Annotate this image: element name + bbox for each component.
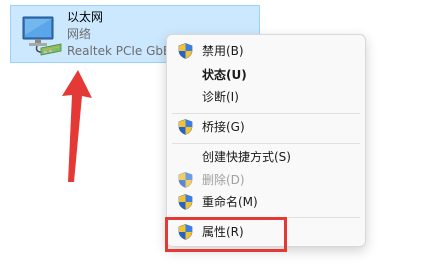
menu-item-diagnose[interactable]: 诊断(I) <box>171 85 361 109</box>
uac-shield-icon <box>178 43 193 59</box>
uac-shield-icon <box>178 172 193 188</box>
network-adapter-icon <box>22 16 62 56</box>
annotation-arrow-icon <box>62 70 92 182</box>
menu-item-disable[interactable]: 禁用(B) <box>171 39 361 63</box>
uac-shield-icon <box>178 194 193 210</box>
menu-separator <box>172 113 360 114</box>
menu-item-bridge[interactable]: 桥接(G) <box>171 115 361 139</box>
context-menu: 禁用(B) 状态(U) 诊断(I) 桥接(G) 创建快捷方式(S) 删除(D) … <box>166 34 366 247</box>
menu-item-status[interactable]: 状态(U) <box>171 63 361 87</box>
menu-item-rename[interactable]: 重命名(M) <box>171 190 361 214</box>
menu-item-label: 创建快捷方式(S) <box>202 150 291 164</box>
adapter-type: 网络 <box>67 27 92 41</box>
menu-item-label: 重命名(M) <box>202 195 258 209</box>
menu-item-label: 禁用(B) <box>202 44 244 58</box>
adapter-device: Realtek PCIe GbE <box>67 44 171 58</box>
menu-item-label: 桥接(G) <box>202 120 245 134</box>
annotation-highlight-box <box>165 217 287 252</box>
adapter-name: 以太网 <box>67 10 104 24</box>
menu-separator <box>172 143 360 144</box>
menu-item-delete: 删除(D) <box>171 168 361 192</box>
menu-item-label: 诊断(I) <box>202 90 239 104</box>
menu-item-create-shortcut[interactable]: 创建快捷方式(S) <box>171 145 361 169</box>
menu-item-label: 状态(U) <box>202 68 247 82</box>
uac-shield-icon <box>178 119 193 135</box>
menu-item-label: 删除(D) <box>202 173 245 187</box>
